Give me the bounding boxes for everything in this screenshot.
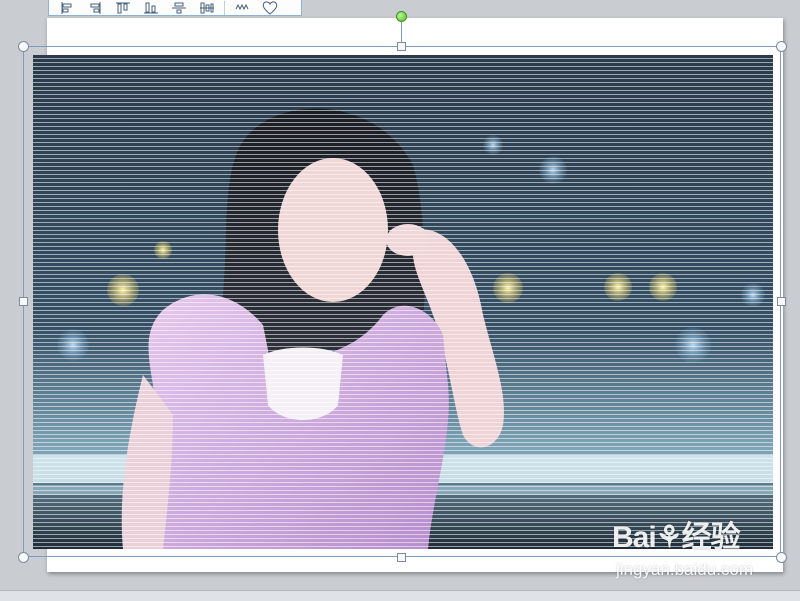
align-top-button[interactable] xyxy=(109,1,137,15)
align-right-button[interactable] xyxy=(81,1,109,15)
resize-handle-left[interactable] xyxy=(19,297,28,306)
align-left-button[interactable] xyxy=(53,1,81,15)
distribute-icon xyxy=(200,2,214,13)
shape-icon xyxy=(262,0,278,15)
watermark-url: jingyan.baidu.com xyxy=(616,560,754,579)
toolbar-separator xyxy=(224,0,225,15)
align-left-icon xyxy=(61,1,72,14)
align-bottom-icon xyxy=(144,2,158,13)
baidu-jingyan-watermark: Bai⚘经验 jingyan.baidu.com xyxy=(612,512,792,584)
photo-woman-illustration xyxy=(33,55,773,549)
status-bar-edge xyxy=(0,590,800,601)
watermark-logo: Bai⚘经验 xyxy=(612,521,741,554)
resize-handle-top-left[interactable] xyxy=(18,41,29,52)
more-button[interactable] xyxy=(228,1,256,15)
rotation-handle[interactable] xyxy=(396,11,407,22)
slide-picture[interactable] xyxy=(33,55,773,549)
align-center-icon xyxy=(172,2,186,13)
more-icon xyxy=(235,3,249,10)
picture-format-toolbar xyxy=(48,0,302,16)
resize-handle-top-right[interactable] xyxy=(776,41,787,52)
shape-button[interactable] xyxy=(256,0,284,15)
resize-handle-top[interactable] xyxy=(397,42,406,51)
align-center-button[interactable] xyxy=(165,1,193,15)
resize-handle-right[interactable] xyxy=(777,297,786,306)
align-bottom-button[interactable] xyxy=(137,1,165,15)
resize-handle-bottom-left[interactable] xyxy=(18,552,29,563)
align-right-icon xyxy=(90,1,101,14)
resize-handle-bottom[interactable] xyxy=(397,553,406,562)
align-top-icon xyxy=(116,2,130,13)
distribute-button[interactable] xyxy=(193,1,221,15)
